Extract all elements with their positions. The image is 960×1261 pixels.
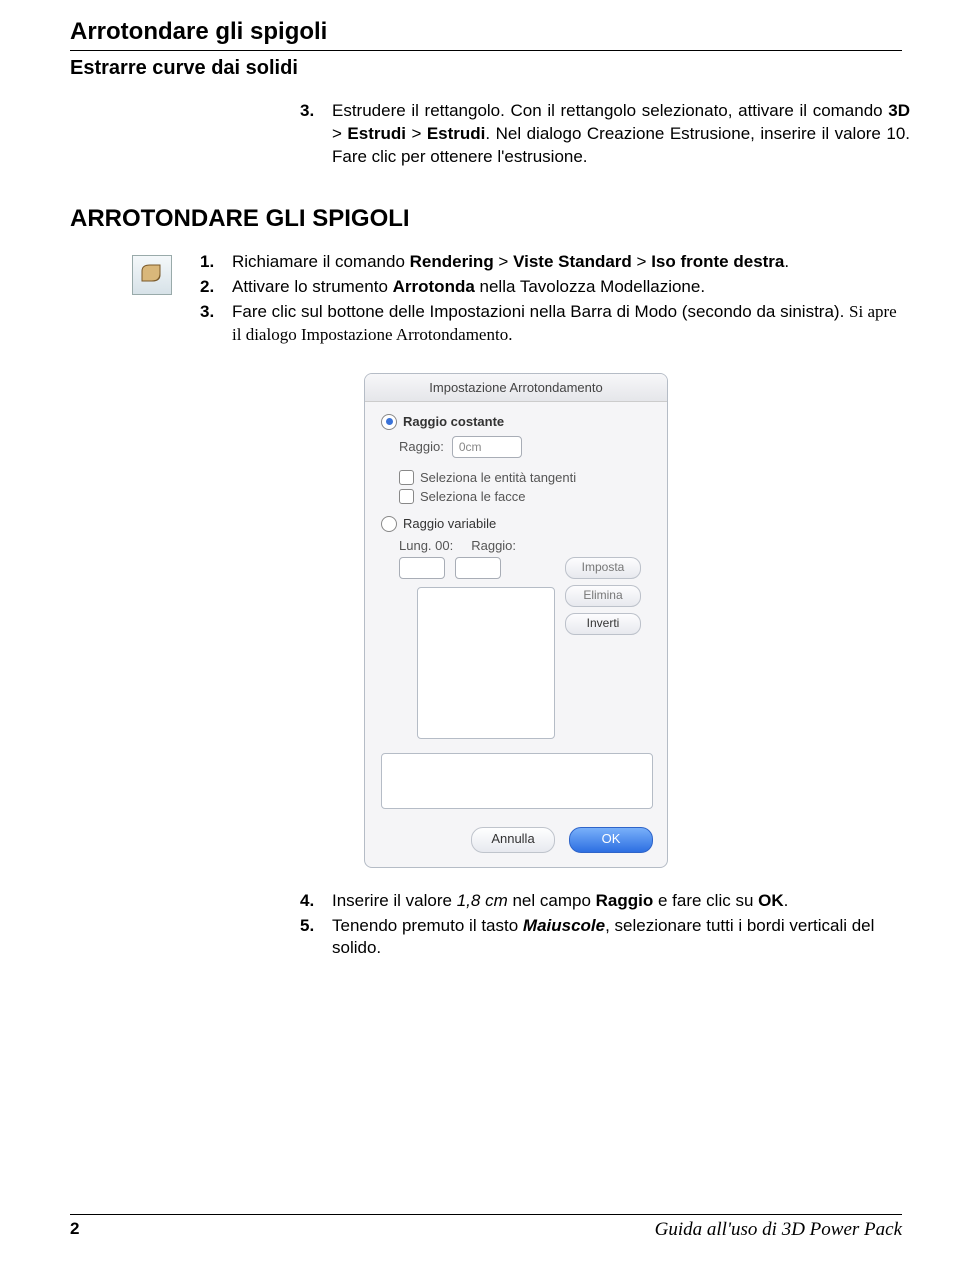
step-list: 1. Richiamare il comando Rendering > Vis… [200,251,902,349]
delete-button[interactable]: Elimina [565,585,641,607]
command: Rendering [410,252,494,271]
rounding-settings-dialog: Impostazione Arrotondamento Raggio costa… [364,373,668,868]
text: > [406,124,427,143]
command: Iso fronte destra [651,252,784,271]
divider [70,1214,902,1215]
checkbox-icon [399,489,414,504]
set-button[interactable]: Imposta [565,557,641,579]
step-list-2: 4. Inserire il valore 1,8 cm nel campo R… [300,890,910,961]
text: > [494,252,513,271]
command: Arrotonda [393,277,475,296]
radio-variable-radius[interactable]: Raggio variabile [381,516,655,532]
text: > [332,124,347,143]
page-number: 2 [70,1219,79,1241]
checkbox-icon [399,470,414,485]
command: 3D [888,101,910,120]
text: Tenendo premuto il tasto [332,916,523,935]
text: > [632,252,651,271]
button-name: OK [758,891,784,910]
radio-icon [381,516,397,532]
breadcrumb-subtitle: Estrarre curve dai solidi [70,57,902,80]
rounding-tool-icon [132,255,172,295]
step-number: 5. [300,915,332,961]
key-name: Maiuscole [523,916,605,935]
step-number: 3. [300,100,332,169]
cancel-button[interactable]: Annulla [471,827,555,853]
checkbox-label: Seleziona le entità tangenti [420,470,576,485]
radius-label: Raggio: [399,439,444,454]
command: Estrudi [347,124,406,143]
page-footer: 2 Guida all'uso di 3D Power Pack [70,1214,902,1241]
text: . [784,252,789,271]
command: Viste Standard [513,252,632,271]
radius-input[interactable] [452,436,522,458]
step-number: 1. [200,251,232,274]
step-text: Estrudere il rettangolo. Con il rettango… [332,100,910,169]
radio-label: Raggio costante [403,414,504,429]
text: . [784,891,789,910]
step-text: Inserire il valore 1,8 cm nel campo Ragg… [332,890,910,913]
step-text: Richiamare il comando Rendering > Viste … [232,251,902,274]
divider [70,50,902,51]
dialog-title: Impostazione Arrotondamento [365,374,667,402]
var-radius-input[interactable] [455,557,501,579]
text: Inserire il valore [332,891,457,910]
intro-step: 3. Estrudere il rettangolo. Con il retta… [300,100,910,169]
guide-title: Guida all'uso di 3D Power Pack [655,1219,902,1241]
radio-icon [381,414,397,430]
text: Richiamare il comando [232,252,410,271]
radio-constant-radius[interactable]: Raggio costante [381,414,655,430]
step-number: 3. [200,301,232,347]
breadcrumb-title: Arrotondare gli spigoli [70,18,902,46]
command: Estrudi [427,124,486,143]
radio-label: Raggio variabile [403,516,496,531]
length-label: Lung. 00: [399,538,453,553]
step-number: 2. [200,276,232,299]
text: nella Tavolozza Modellazione. [475,277,705,296]
check-tangent-entities[interactable]: Seleziona le entità tangenti [399,470,655,485]
value: 1,8 cm [457,891,508,910]
text: Attivare lo strumento [232,277,393,296]
invert-button[interactable]: Inverti [565,613,641,635]
text: Fare clic sul bottone delle Impostazioni… [232,302,849,321]
text: e fare clic su [653,891,758,910]
ok-button[interactable]: OK [569,827,653,853]
step-text: Attivare lo strumento Arrotonda nella Ta… [232,276,902,299]
text: nel campo [508,891,596,910]
field-name: Raggio [596,891,654,910]
checkbox-label: Seleziona le facce [420,489,526,504]
step-text: Fare clic sul bottone delle Impostazioni… [232,301,902,347]
section-heading: ARROTONDARE GLI SPIGOLI [70,205,902,233]
variable-list[interactable] [417,587,555,739]
length-input[interactable] [399,557,445,579]
radius-label-2: Raggio: [471,538,516,553]
step-text: Tenendo premuto il tasto Maiuscole, sele… [332,915,910,961]
step-number: 4. [300,890,332,913]
text: Estrudere il rettangolo. Con il rettango… [332,101,888,120]
preview-box [381,753,653,809]
check-faces[interactable]: Seleziona le facce [399,489,655,504]
